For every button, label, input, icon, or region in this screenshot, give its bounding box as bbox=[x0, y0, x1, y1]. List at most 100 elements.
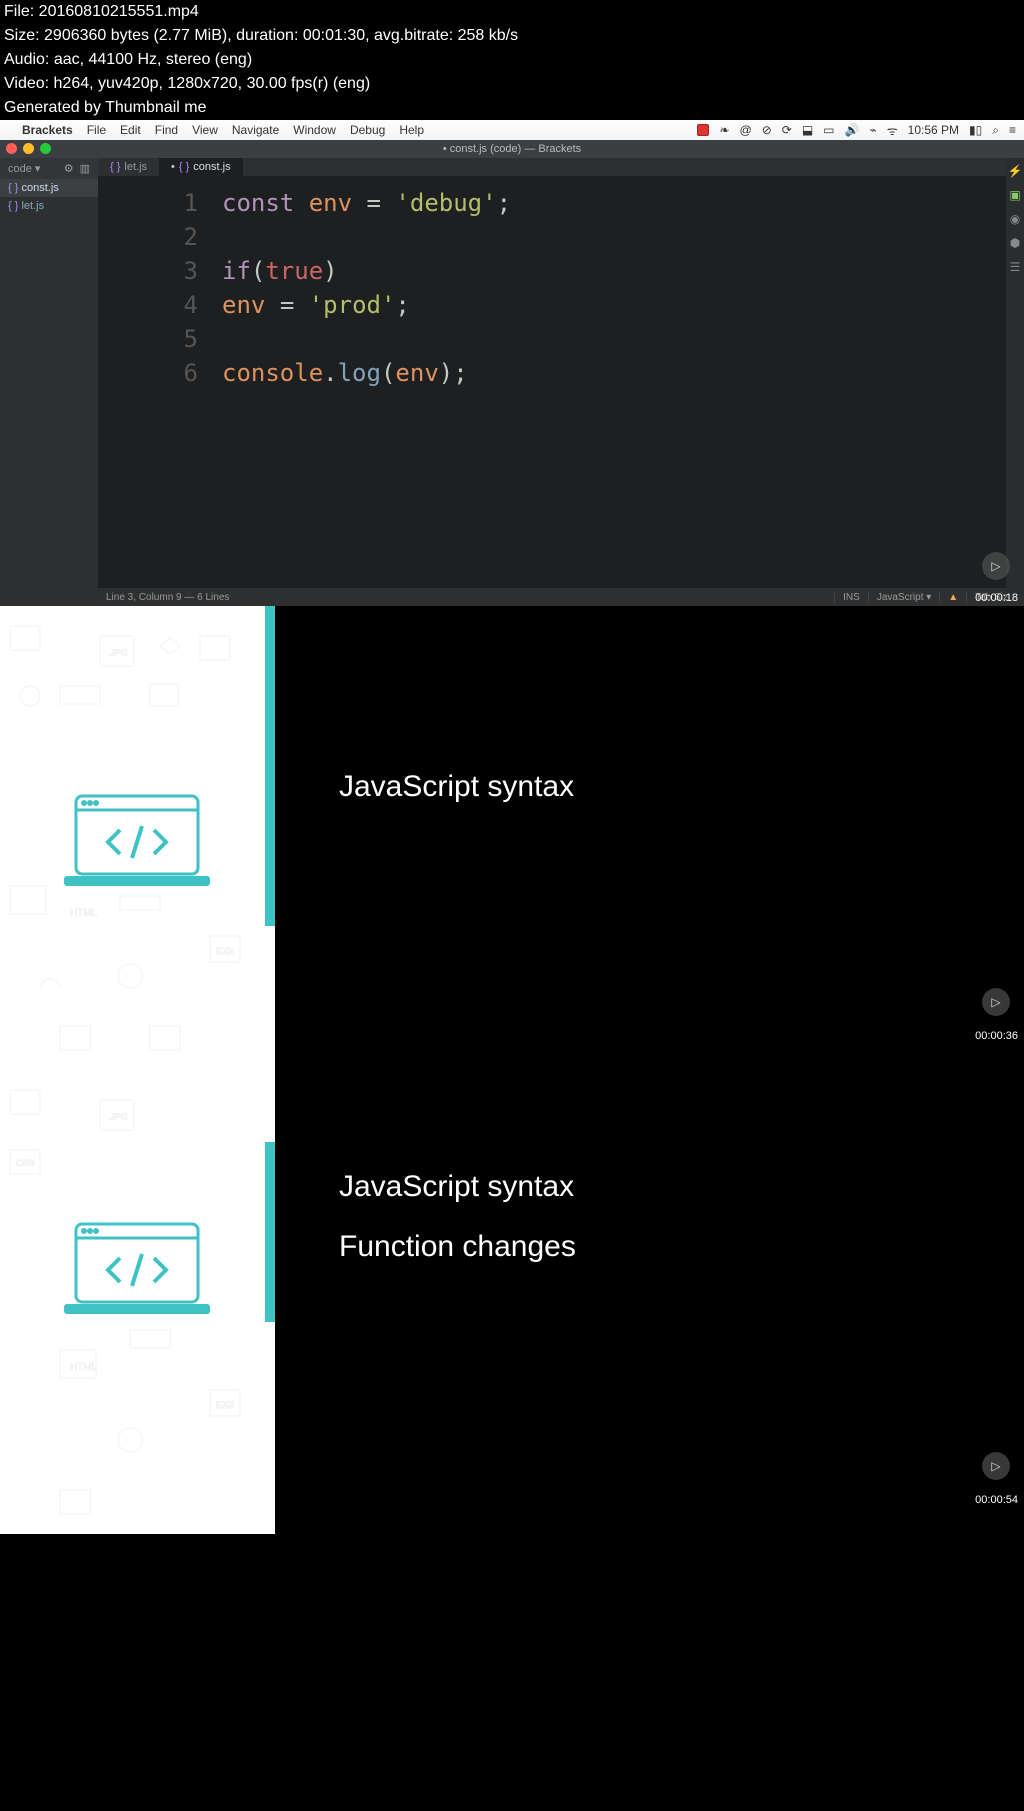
play-button[interactable]: ▷ bbox=[982, 552, 1010, 580]
accent-bar bbox=[265, 1142, 275, 1322]
svg-text:HTML: HTML bbox=[70, 908, 98, 919]
line-number: 4 bbox=[98, 288, 198, 322]
spotlight-icon[interactable]: ⌕ bbox=[992, 123, 999, 138]
menu-window[interactable]: Window bbox=[293, 123, 336, 137]
window-title: • const.js (code) — Brackets bbox=[443, 143, 581, 155]
status-ins[interactable]: INS bbox=[834, 592, 868, 603]
cursor-position[interactable]: Line 3, Column 9 — 6 Lines bbox=[106, 592, 229, 603]
menu-view[interactable]: View bbox=[192, 123, 218, 137]
tab-const[interactable]: • { } const.js bbox=[159, 158, 243, 176]
record-icon[interactable] bbox=[697, 124, 709, 136]
evernote-icon[interactable]: ❧ bbox=[719, 123, 729, 137]
wifi-icon[interactable]: ᯤ bbox=[887, 122, 898, 139]
status-lang[interactable]: JavaScript ▾ bbox=[868, 592, 939, 603]
live-preview-icon[interactable]: ⚡ bbox=[1008, 164, 1023, 178]
tab-label: let.js bbox=[124, 161, 147, 173]
tab-bar: { } let.js • { } const.js bbox=[98, 158, 1024, 176]
slide-sidebar: JPG CSS HTML EXE bbox=[0, 1070, 275, 1534]
brackets-window: code ▾ ⚙ ▥ { } const.js { } let.js { }le… bbox=[0, 158, 1024, 588]
braces-icon: { } bbox=[8, 200, 18, 212]
sync-icon[interactable]: ⟳ bbox=[782, 123, 792, 137]
sidebar-file-const[interactable]: { } const.js bbox=[0, 179, 98, 197]
sidebar: code ▾ ⚙ ▥ { } const.js { } let.js bbox=[0, 158, 98, 588]
timestamp: 00:00:18 bbox=[975, 592, 1018, 604]
ext3-icon[interactable]: ⬢ bbox=[1010, 236, 1020, 250]
svg-text:JPG: JPG bbox=[110, 648, 128, 658]
sidebar-file-label: let.js bbox=[21, 200, 44, 212]
sidebar-header-label: code ▾ bbox=[8, 162, 40, 175]
svg-text:JPG: JPG bbox=[110, 1112, 128, 1122]
thumbnail-3: JPG CSS HTML EXE JavaScript syntax Funct… bbox=[0, 1070, 1024, 1534]
gutter: 1 2 3 4 5 6 bbox=[98, 176, 214, 588]
code-area[interactable]: 1 2 3 4 5 6 const env = 'debug'; if(true… bbox=[98, 176, 1024, 588]
menu-icon[interactable]: ≡ bbox=[1009, 123, 1016, 137]
video-meta-video: Video: h264, yuv420p, 1280x720, 30.00 fp… bbox=[0, 72, 1024, 96]
editor: { } let.js • { } const.js 1 2 3 4 5 6 const… bbox=[98, 158, 1024, 588]
menu-file[interactable]: File bbox=[87, 123, 106, 137]
slide-subtitle: Function changes bbox=[339, 1226, 1024, 1268]
check-icon[interactable]: ⊘ bbox=[762, 123, 772, 137]
menu-find[interactable]: Find bbox=[155, 123, 178, 137]
window-titlebar: • const.js (code) — Brackets bbox=[0, 140, 1024, 158]
sidebar-header[interactable]: code ▾ ⚙ ▥ bbox=[0, 158, 98, 179]
line-number: 6 bbox=[98, 356, 198, 390]
menu-help[interactable]: Help bbox=[399, 123, 424, 137]
slide-title: JavaScript syntax bbox=[339, 1166, 1024, 1208]
play-button[interactable]: ▷ bbox=[982, 988, 1010, 1016]
menu-debug[interactable]: Debug bbox=[350, 123, 385, 137]
svg-text:HTML: HTML bbox=[70, 1362, 98, 1373]
line-number: 5 bbox=[98, 322, 198, 356]
video-meta-gen: Generated by Thumbnail me bbox=[0, 96, 1024, 120]
menubar-right: ❧ @ ⊘ ⟳ ⬓ ▭ 🔊 ⌁ ᯤ 10:56 PM ▮▯ ⌕ ≡ bbox=[697, 122, 1016, 139]
extension-icon[interactable]: ▣ bbox=[1009, 188, 1020, 202]
video-meta-file: File: 20160810215551.mp4 bbox=[0, 0, 1024, 24]
tab-let[interactable]: { } let.js bbox=[98, 158, 159, 176]
right-rail: ⚡ ▣ ◉ ⬢ ☰ bbox=[1006, 158, 1024, 594]
timestamp: 00:00:54 bbox=[975, 1494, 1018, 1506]
laptop-icon bbox=[62, 792, 212, 897]
line-number: 2 bbox=[98, 220, 198, 254]
accent-bar bbox=[265, 606, 275, 926]
ext4-icon[interactable]: ☰ bbox=[1010, 260, 1021, 274]
slide-sidebar: JPG HTML EXE bbox=[0, 606, 275, 1070]
tab-label: const.js bbox=[193, 161, 230, 173]
split-icon[interactable]: ▥ bbox=[80, 162, 90, 175]
menubar-app[interactable]: Brackets bbox=[22, 123, 73, 137]
menu-edit[interactable]: Edit bbox=[120, 123, 141, 137]
clock[interactable]: 10:56 PM bbox=[908, 123, 959, 137]
sidebar-file-let[interactable]: { } let.js bbox=[0, 197, 98, 215]
mac-menubar: Brackets File Edit Find View Navigate Wi… bbox=[0, 120, 1024, 140]
bt-icon[interactable]: ⌁ bbox=[869, 123, 876, 137]
play-button[interactable]: ▷ bbox=[982, 1452, 1010, 1480]
braces-icon: { } bbox=[179, 161, 189, 173]
display-icon[interactable]: ▭ bbox=[823, 123, 834, 137]
line-number: 3 bbox=[98, 254, 198, 288]
traffic-lights[interactable] bbox=[6, 143, 51, 154]
video-meta-size: Size: 2906360 bytes (2.77 MiB), duration… bbox=[0, 24, 1024, 48]
volume-icon[interactable]: 🔊 bbox=[845, 123, 860, 137]
status-bar: Line 3, Column 9 — 6 Lines INS JavaScrip… bbox=[0, 588, 1024, 606]
svg-text:EXE: EXE bbox=[216, 1400, 234, 1410]
battery-icon[interactable]: ▮▯ bbox=[969, 123, 982, 137]
timestamp: 00:00:36 bbox=[975, 1030, 1018, 1042]
slide-content: JavaScript syntax Function changes bbox=[275, 1070, 1024, 1534]
braces-icon: { } bbox=[8, 182, 18, 194]
svg-text:EXE: EXE bbox=[216, 946, 234, 956]
code-content[interactable]: const env = 'debug'; if(true) env = 'pro… bbox=[214, 176, 511, 588]
svg-text:CSS: CSS bbox=[16, 1158, 35, 1168]
menu-navigate[interactable]: Navigate bbox=[232, 123, 279, 137]
gear-icon[interactable]: ⚙ bbox=[64, 162, 74, 175]
status-warn-icon[interactable]: ▲ bbox=[939, 592, 966, 603]
braces-icon: { } bbox=[110, 161, 120, 173]
video-meta-audio: Audio: aac, 44100 Hz, stereo (eng) bbox=[0, 48, 1024, 72]
ext2-icon[interactable]: ◉ bbox=[1010, 212, 1020, 226]
laptop-icon bbox=[62, 1220, 212, 1325]
dirty-dot-icon: • bbox=[171, 161, 175, 173]
thumbnail-2: JPG HTML EXE JavaScript syntax ▷ 00:00:3… bbox=[0, 606, 1024, 1070]
sidebar-file-label: const.js bbox=[21, 182, 58, 194]
slide-content: JavaScript syntax bbox=[275, 606, 1024, 1070]
slide-title: JavaScript syntax bbox=[339, 766, 1024, 808]
dropbox-icon[interactable]: ⬓ bbox=[802, 123, 813, 137]
line-number: 1 bbox=[98, 186, 198, 220]
at-icon[interactable]: @ bbox=[740, 123, 752, 137]
